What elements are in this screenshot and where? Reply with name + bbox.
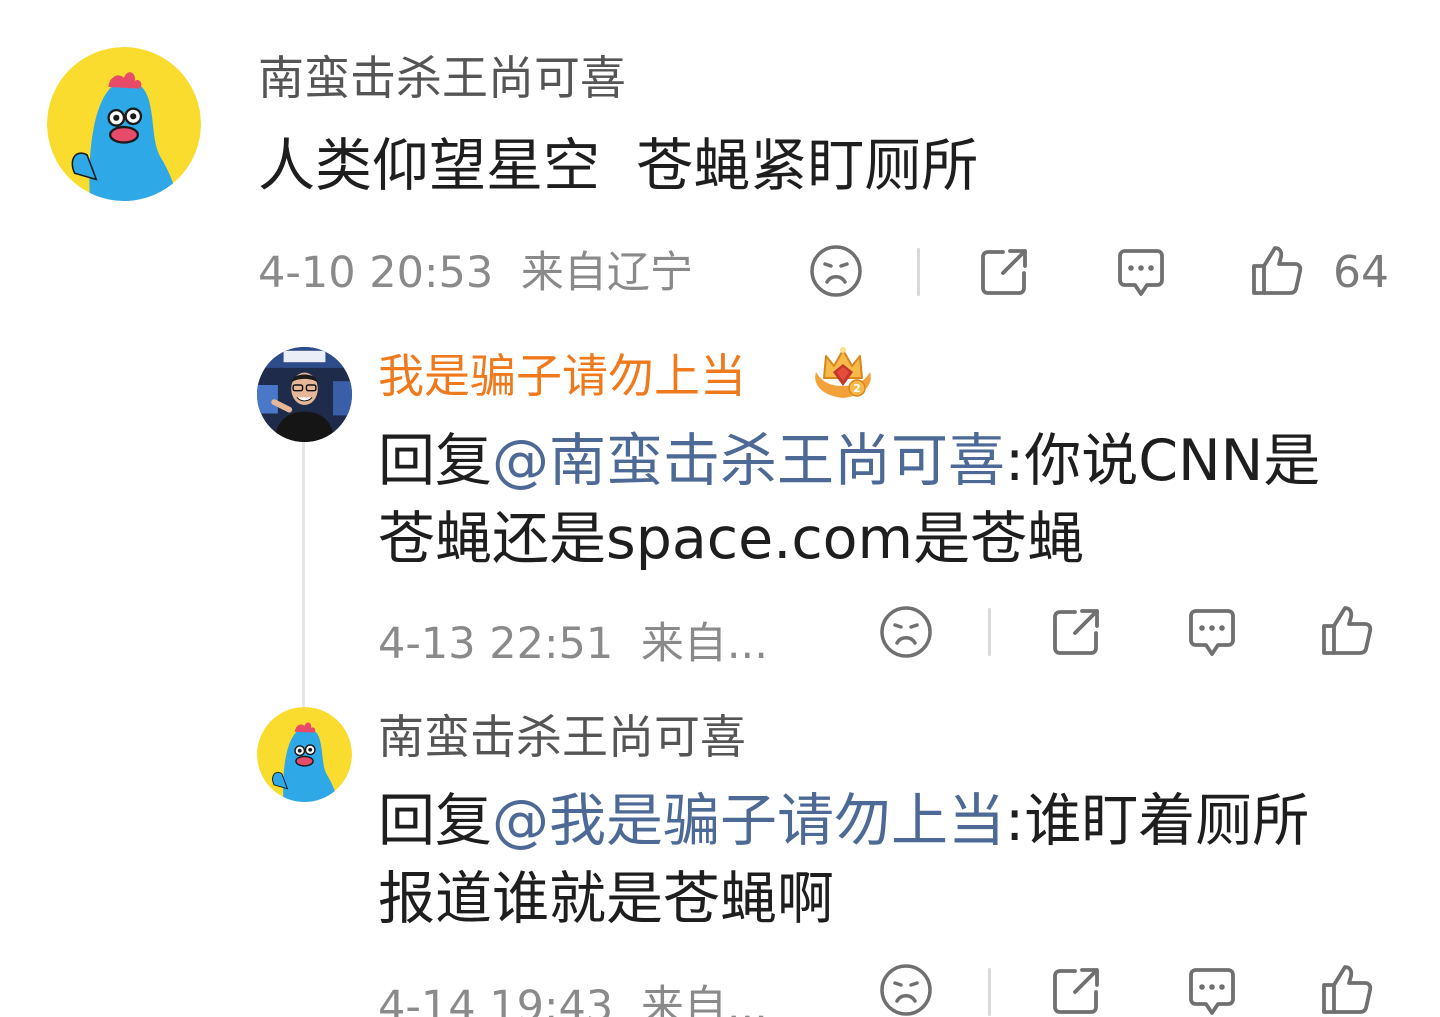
reply-text-line2: 苍蝇还是space.com是苍蝇 [378, 506, 1085, 572]
reply-button[interactable] [1181, 963, 1243, 1017]
avatar[interactable] [47, 47, 201, 201]
like-count: 64 [1333, 247, 1389, 298]
comment-meta: 4-10 20:53 来自辽宁 [258, 246, 693, 300]
reply-time: 4-13 22:51 [378, 619, 614, 669]
reply-meta: 4-14 19:43 来自... [378, 980, 768, 1017]
reply-location: 来自... [640, 982, 768, 1017]
comment-thread: 南蛮击杀王尚可喜 人类仰望星空 苍蝇紧盯厕所 4-10 20:53 来自辽宁 6… [0, 0, 1440, 1017]
svg-text:2: 2 [853, 382, 861, 395]
share-button[interactable] [1046, 603, 1106, 661]
action-divider [917, 248, 920, 296]
mention-link[interactable]: @南蛮击杀王尚可喜 [492, 428, 1005, 494]
cartoon-blue-figure-avatar-icon [47, 47, 201, 201]
reply-text-line1: :你说CNN是 [1005, 428, 1321, 494]
dislike-button[interactable] [876, 602, 936, 662]
reply-button[interactable] [1110, 243, 1172, 303]
thumbs-up-icon [1322, 965, 1373, 1014]
comment-location: 来自辽宁 [520, 248, 693, 298]
share-button[interactable] [1046, 963, 1106, 1017]
reply-button[interactable] [1181, 603, 1243, 663]
avatar[interactable] [257, 347, 352, 442]
reply-text: 回复@南蛮击杀王尚可喜:你说CNN是 苍蝇还是space.com是苍蝇 [378, 422, 1388, 578]
action-divider [988, 608, 991, 656]
reply-prefix: 回复 [378, 788, 492, 854]
comment-text: 人类仰望星空 苍蝇紧盯厕所 [258, 133, 979, 199]
reply-prefix: 回复 [378, 428, 492, 494]
cartoon-blue-figure-avatar-icon [257, 707, 352, 802]
reply-text-line1: :谁盯着厕所 [1005, 788, 1310, 854]
share-icon [1053, 609, 1099, 655]
man-photo-avatar-icon [257, 347, 352, 442]
like-button[interactable] [1317, 961, 1377, 1017]
sad-face-icon [810, 245, 862, 297]
reply-text-line2: 报道谁就是苍蝇啊 [378, 866, 834, 932]
reply-username[interactable]: 南蛮击杀王尚可喜 [378, 709, 746, 765]
comment-icon [1189, 968, 1235, 1015]
share-button[interactable] [974, 243, 1034, 301]
share-icon [1053, 968, 1099, 1014]
comment-username[interactable]: 南蛮击杀王尚可喜 [258, 50, 626, 106]
comment-icon [1189, 609, 1235, 656]
dislike-button[interactable] [806, 241, 866, 301]
vip-crown-badge-icon: 2 [806, 342, 880, 404]
thread-connector [302, 440, 305, 708]
action-divider [988, 968, 991, 1016]
reply-meta: 4-13 22:51 来自... [378, 617, 768, 671]
thumbs-up-icon [1252, 246, 1303, 295]
sad-face-icon [880, 964, 932, 1016]
comment-time: 4-10 20:53 [258, 248, 494, 298]
mention-link[interactable]: @我是骗子请勿上当 [492, 788, 1005, 854]
reply-text: 回复@我是骗子请勿上当:谁盯着厕所 报道谁就是苍蝇啊 [378, 782, 1388, 938]
avatar[interactable] [257, 707, 352, 802]
like-button[interactable] [1317, 601, 1377, 661]
like-button[interactable] [1247, 241, 1307, 301]
comment-icon [1118, 249, 1164, 296]
sad-face-icon [880, 606, 932, 658]
dislike-button[interactable] [876, 962, 936, 1017]
reply-username[interactable]: 我是骗子请勿上当 [378, 348, 746, 404]
reply-location: 来自... [640, 619, 768, 669]
thumbs-up-icon [1322, 606, 1373, 655]
share-icon [981, 249, 1027, 295]
reply-time: 4-14 19:43 [378, 982, 614, 1017]
